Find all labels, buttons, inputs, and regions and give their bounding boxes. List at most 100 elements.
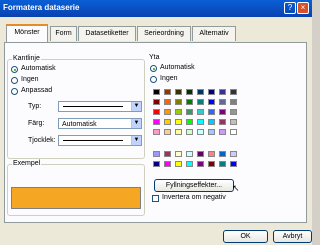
format-data-series-dialog: Formatera dataserie ? × Mönster Form Dat… [0,0,312,245]
color-swatch[interactable] [153,129,160,135]
line-style-preview [63,106,123,107]
tab-monster[interactable]: Mönster [6,24,48,42]
fill-effects-button[interactable]: Fyllningseffekter... [154,179,234,192]
fill-none-radio[interactable] [150,76,157,83]
color-swatch[interactable] [230,151,237,157]
color-swatch[interactable] [208,89,215,95]
color-swatch[interactable] [175,161,182,167]
color-swatch[interactable] [164,151,171,157]
color-swatch[interactable] [164,129,171,135]
tab-form[interactable]: Form [50,26,77,41]
color-swatch[interactable] [208,129,215,135]
color-swatch[interactable] [186,119,193,125]
color-swatch[interactable] [186,109,193,115]
color-swatch[interactable] [219,151,226,157]
color-swatch[interactable] [230,161,237,167]
color-swatch[interactable] [197,99,204,105]
color-swatch[interactable] [186,151,193,157]
color-swatch[interactable] [197,151,204,157]
color-swatch[interactable] [197,161,204,167]
color-label: Färg: [28,120,45,127]
window-title: Formatera dataserie [3,3,80,12]
color-swatch[interactable] [164,119,171,125]
border-custom-radio[interactable] [11,88,18,95]
style-label: Typ: [28,103,42,110]
color-swatch[interactable] [153,109,160,115]
color-swatch[interactable] [197,109,204,115]
color-swatch[interactable] [153,99,160,105]
color-swatch[interactable] [175,119,182,125]
tab-serieordning[interactable]: Serieordning [137,26,191,41]
color-swatch[interactable] [197,129,204,135]
color-swatch[interactable] [230,89,237,95]
color-swatch[interactable] [219,89,226,95]
mouse-cursor-icon: ↖ [232,183,240,193]
color-swatch[interactable] [219,161,226,167]
chevron-down-icon: ▼ [131,136,141,145]
border-auto-label[interactable]: Automatisk [21,65,56,72]
tab-panel: Kantlinje Automatisk Ingen Anpassad Typ:… [4,42,307,223]
weight-select[interactable]: ▼ [58,135,142,146]
color-swatch[interactable] [230,119,237,125]
style-select[interactable]: ▼ [58,101,142,112]
border-group: Kantlinje Automatisk Ingen Anpassad Typ:… [7,55,145,159]
color-swatch[interactable] [175,99,182,105]
chevron-down-icon: ▼ [131,102,141,111]
title-bar[interactable]: Formatera dataserie ? × [0,0,312,17]
color-swatch[interactable] [197,119,204,125]
color-swatch[interactable] [197,89,204,95]
ok-button[interactable]: OK [223,230,268,243]
close-button[interactable]: × [297,2,309,14]
color-swatch[interactable] [164,89,171,95]
color-swatch[interactable] [230,99,237,105]
color-swatch[interactable] [208,161,215,167]
color-swatch[interactable] [186,89,193,95]
fill-auto-radio[interactable] [150,65,157,72]
color-swatch[interactable] [219,119,226,125]
color-swatch[interactable] [153,119,160,125]
color-swatch[interactable] [153,151,160,157]
chevron-down-icon: ▼ [131,119,141,128]
fill-none-label[interactable]: Ingen [160,75,178,82]
color-select-value: Automatisk [62,121,97,128]
cancel-button[interactable]: Avbryt [273,230,312,243]
border-none-label[interactable]: Ingen [21,76,39,83]
help-button[interactable]: ? [284,2,296,14]
color-select[interactable]: Automatisk ▼ [58,118,142,129]
color-swatch[interactable] [175,151,182,157]
sample-group: Exempel [7,160,145,216]
color-swatch[interactable] [153,161,160,167]
fill-auto-label[interactable]: Automatisk [160,64,195,71]
color-swatch[interactable] [175,109,182,115]
tab-datasetiketter[interactable]: Datasetiketter [78,26,136,41]
color-swatch[interactable] [186,99,193,105]
border-group-title: Kantlinje [12,55,41,62]
color-swatch[interactable] [219,129,226,135]
color-swatch[interactable] [230,129,237,135]
color-swatch[interactable] [208,119,215,125]
color-swatch[interactable] [164,161,171,167]
border-auto-radio[interactable] [11,66,18,73]
color-swatch[interactable] [164,99,171,105]
weight-label: Tjocklek: [28,137,56,144]
color-swatch[interactable] [175,129,182,135]
color-swatch[interactable] [219,109,226,115]
border-custom-label[interactable]: Anpassad [21,87,52,94]
color-swatch[interactable] [208,109,215,115]
border-none-radio[interactable] [11,77,18,84]
invert-label[interactable]: Invertera om negativ [162,194,226,201]
sample-preview [11,187,141,209]
color-swatch[interactable] [230,109,237,115]
color-swatch[interactable] [208,99,215,105]
color-swatch[interactable] [186,161,193,167]
color-swatch[interactable] [219,99,226,105]
color-swatch[interactable] [153,89,160,95]
color-swatch[interactable] [208,151,215,157]
color-swatch[interactable] [175,89,182,95]
fill-group: Yta Automatisk Ingen Fyllningseffekter..… [148,54,258,219]
fill-group-title: Yta [148,54,161,61]
tab-alternativ[interactable]: Alternativ [192,26,236,41]
color-swatch[interactable] [164,109,171,115]
color-swatch[interactable] [186,129,193,135]
invert-checkbox[interactable] [152,195,159,202]
